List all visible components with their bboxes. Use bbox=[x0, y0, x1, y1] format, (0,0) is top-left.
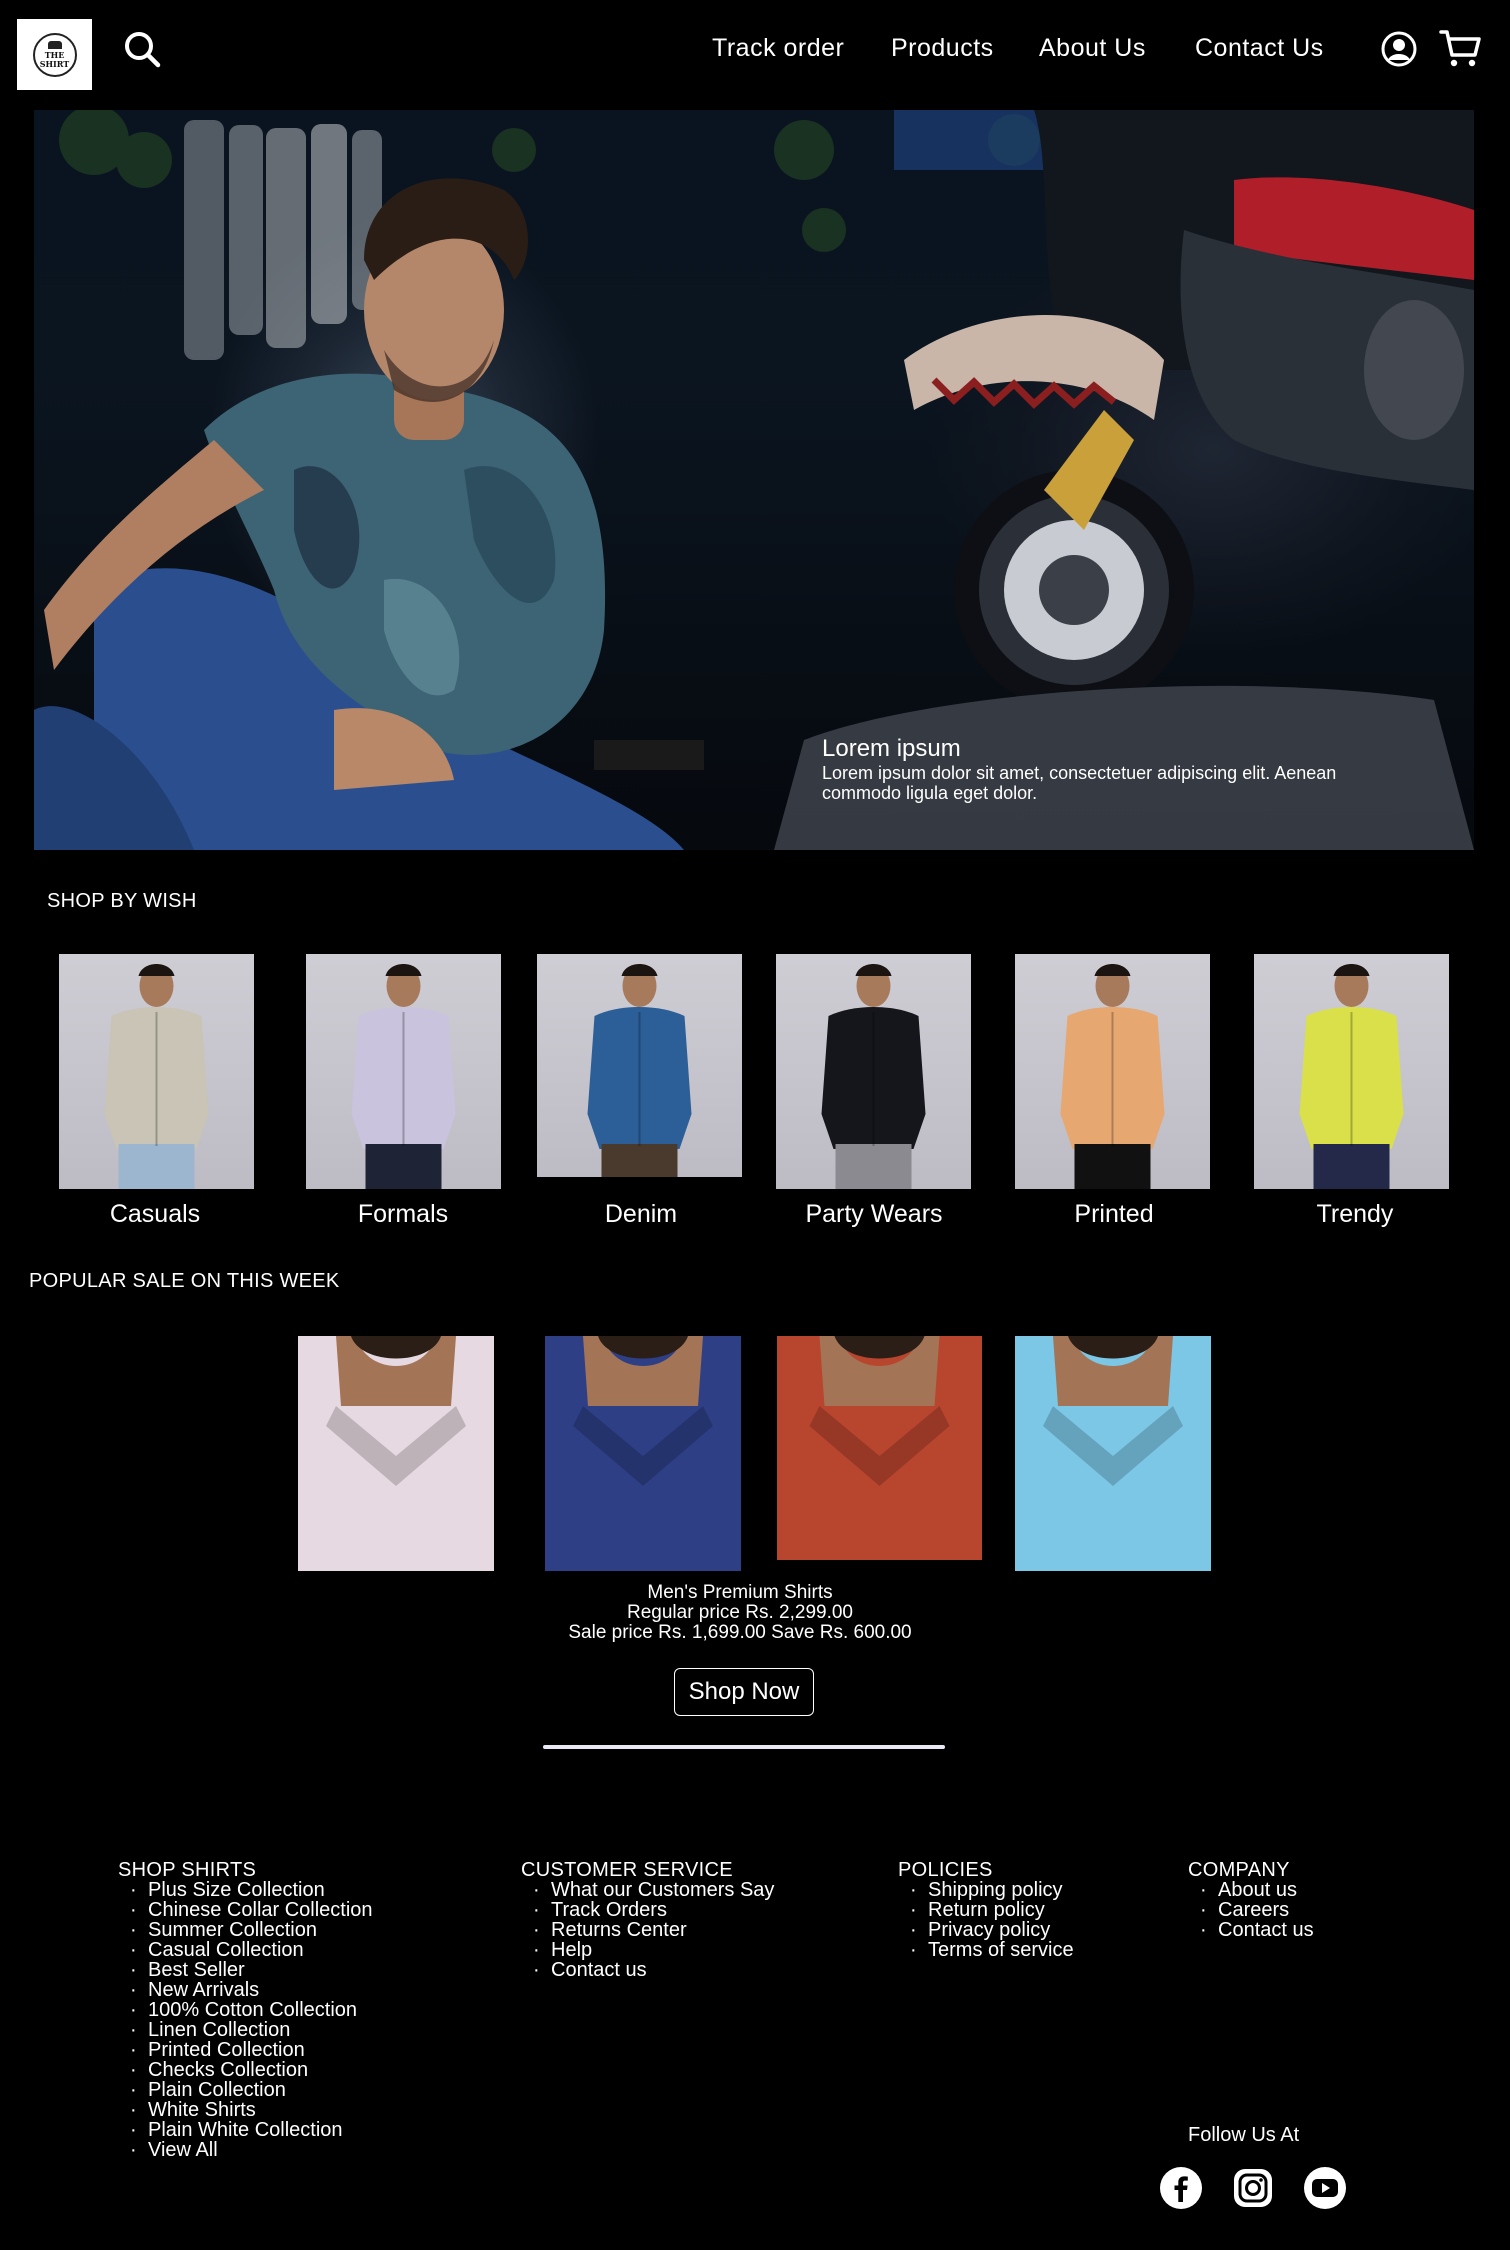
footer-link[interactable]: Track Orders bbox=[521, 1900, 774, 1920]
footer-customer-service: CUSTOMER SERVICE What our Customers SayT… bbox=[521, 1860, 774, 1980]
footer-link[interactable]: Privacy policy bbox=[898, 1920, 1074, 1940]
footer-company: COMPANY About usCareersContact us bbox=[1188, 1860, 1314, 1940]
sale-regular-price: Regular price Rs. 2,299.00 bbox=[626, 1602, 853, 1623]
category-label[interactable]: Trendy bbox=[1255, 1200, 1455, 1229]
footer-link[interactable]: Checks Collection bbox=[118, 2060, 373, 2080]
footer-company-title: COMPANY bbox=[1188, 1859, 1290, 1881]
sale-sale-price: Sale price Rs. 1,699.00 Save Rs. 600.00 bbox=[568, 1622, 912, 1643]
hero-banner: Lorem ipsum Lorem ipsum dolor sit amet, … bbox=[34, 110, 1474, 850]
search-icon[interactable] bbox=[123, 30, 161, 68]
facebook-icon[interactable] bbox=[1159, 2166, 1203, 2210]
category-image[interactable] bbox=[1015, 954, 1210, 1189]
footer-link[interactable]: Best Seller bbox=[118, 1960, 373, 1980]
footer-customer-service-list: What our Customers SayTrack OrdersReturn… bbox=[521, 1880, 774, 1980]
footer-shop-shirts-list: Plus Size CollectionChinese Collar Colle… bbox=[118, 1880, 373, 2160]
footer-link[interactable]: Contact us bbox=[521, 1960, 774, 1980]
shop-by-wish-title: SHOP BY WISH bbox=[47, 890, 197, 912]
category-label[interactable]: Party Wears bbox=[774, 1200, 974, 1229]
footer-link[interactable]: Printed Collection bbox=[118, 2040, 373, 2060]
footer-link[interactable]: Returns Center bbox=[521, 1920, 774, 1940]
footer-policies: POLICIES Shipping policyReturn policyPri… bbox=[898, 1860, 1074, 1960]
category-image[interactable] bbox=[1254, 954, 1449, 1189]
section-divider bbox=[543, 1745, 945, 1749]
hero-text: Lorem ipsum dolor sit amet, consectetuer… bbox=[822, 763, 1337, 803]
footer-link[interactable]: Help bbox=[521, 1940, 774, 1960]
footer-shop-shirts-title: SHOP SHIRTS bbox=[118, 1859, 257, 1881]
category-label[interactable]: Printed bbox=[1014, 1200, 1214, 1229]
footer-link[interactable]: Chinese Collar Collection bbox=[118, 1900, 373, 1920]
footer-link[interactable]: View All bbox=[118, 2140, 373, 2160]
category-image[interactable] bbox=[776, 954, 971, 1189]
youtube-icon[interactable] bbox=[1303, 2166, 1347, 2210]
nav-contact-us[interactable]: Contact Us bbox=[1195, 34, 1324, 63]
category-label[interactable]: Formals bbox=[303, 1200, 503, 1229]
category-label[interactable]: Casuals bbox=[55, 1200, 255, 1229]
footer-link[interactable]: About us bbox=[1188, 1880, 1314, 1900]
logo-shirt-icon bbox=[47, 40, 62, 49]
nav-products[interactable]: Products bbox=[891, 34, 994, 63]
footer-link[interactable]: New Arrivals bbox=[118, 1980, 373, 2000]
footer-link[interactable]: Careers bbox=[1188, 1900, 1314, 1920]
footer-link[interactable]: Plain Collection bbox=[118, 2080, 373, 2100]
footer-link[interactable]: Shipping policy bbox=[898, 1880, 1074, 1900]
nav-track-order[interactable]: Track order bbox=[712, 34, 844, 63]
category-label[interactable]: Denim bbox=[541, 1200, 741, 1229]
footer-link[interactable]: Summer Collection bbox=[118, 1920, 373, 1940]
footer-link[interactable]: Return policy bbox=[898, 1900, 1074, 1920]
sale-product-image[interactable] bbox=[545, 1336, 741, 1571]
cart-icon[interactable] bbox=[1438, 26, 1482, 70]
footer-customer-service-title: CUSTOMER SERVICE bbox=[521, 1859, 733, 1881]
footer-link[interactable]: Contact us bbox=[1188, 1920, 1314, 1940]
footer-link[interactable]: Casual Collection bbox=[118, 1940, 373, 1960]
footer-policies-title: POLICIES bbox=[898, 1859, 993, 1881]
brand-logo[interactable]: THE SHIRT bbox=[17, 19, 92, 90]
sale-product-image[interactable] bbox=[777, 1336, 982, 1560]
hero-caption: Lorem ipsum Lorem ipsum dolor sit amet, … bbox=[822, 735, 1382, 803]
footer-policies-list: Shipping policyReturn policyPrivacy poli… bbox=[898, 1880, 1074, 1960]
footer-shop-shirts: SHOP SHIRTS Plus Size CollectionChinese … bbox=[118, 1860, 373, 2160]
sale-product-image[interactable] bbox=[298, 1336, 494, 1571]
footer-link[interactable]: What our Customers Say bbox=[521, 1880, 774, 1900]
footer-link[interactable]: 100% Cotton Collection bbox=[118, 2000, 373, 2020]
category-image[interactable] bbox=[537, 954, 742, 1177]
site-header: THE SHIRT Track order Products About Us … bbox=[0, 0, 1510, 100]
follow-us-label: Follow Us At bbox=[1188, 2124, 1300, 2146]
popular-sale-title: POPULAR SALE ON THIS WEEK bbox=[29, 1270, 340, 1292]
footer-link[interactable]: Plus Size Collection bbox=[118, 1880, 373, 1900]
footer-company-list: About usCareersContact us bbox=[1188, 1880, 1314, 1940]
sale-product-image[interactable] bbox=[1015, 1336, 1211, 1571]
logo-text: THE SHIRT bbox=[39, 49, 70, 69]
hero-title: Lorem ipsum bbox=[822, 735, 961, 762]
nav-about-us[interactable]: About Us bbox=[1039, 34, 1146, 63]
footer-link[interactable]: Plain White Collection bbox=[118, 2120, 373, 2140]
category-image[interactable] bbox=[306, 954, 501, 1189]
instagram-icon[interactable] bbox=[1231, 2166, 1275, 2210]
shop-now-button[interactable]: Shop Now bbox=[674, 1668, 814, 1716]
footer-link[interactable]: White Shirts bbox=[118, 2100, 373, 2120]
logo-badge: THE SHIRT bbox=[32, 32, 77, 77]
footer-link[interactable]: Terms of service bbox=[898, 1940, 1074, 1960]
user-account-icon[interactable] bbox=[1380, 30, 1418, 68]
category-image[interactable] bbox=[59, 954, 254, 1189]
sale-product-name: Men's Premium Shirts bbox=[647, 1582, 833, 1603]
footer-link[interactable]: Linen Collection bbox=[118, 2020, 373, 2040]
sale-product-info: Men's Premium Shirts Regular price Rs. 2… bbox=[540, 1583, 940, 1643]
